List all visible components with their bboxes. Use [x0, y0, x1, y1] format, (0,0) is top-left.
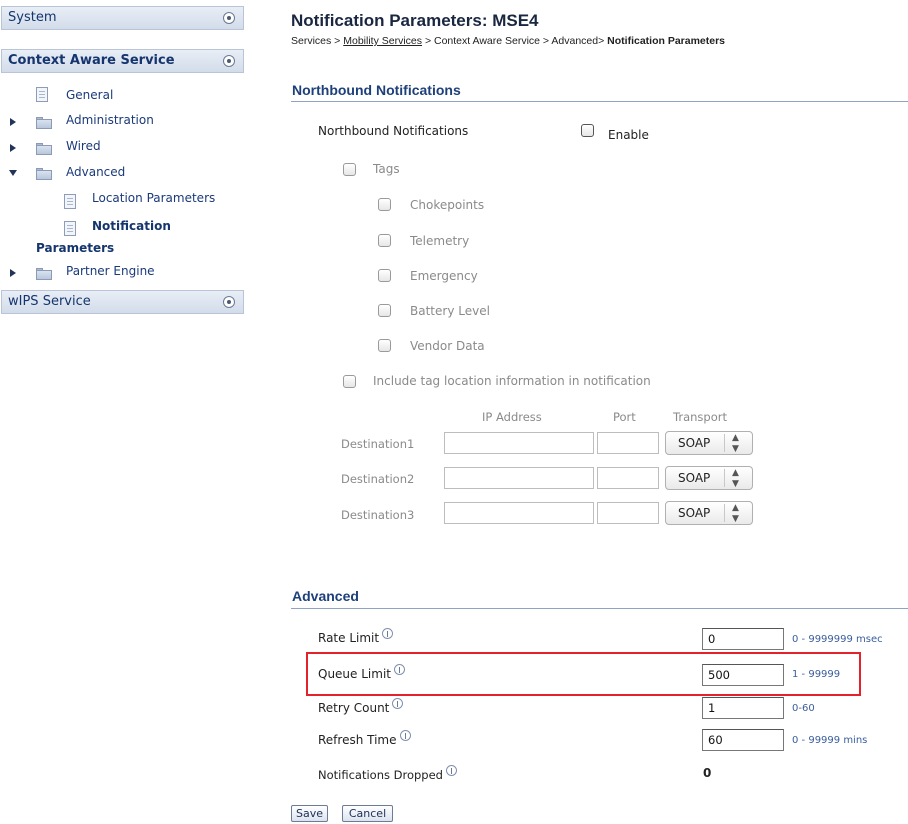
enable-label: Enable	[608, 128, 649, 142]
expand-circle-icon[interactable]	[223, 12, 235, 24]
section-divider	[291, 608, 908, 609]
info-icon[interactable]	[382, 628, 394, 639]
breadcrumb-services: Services >	[291, 35, 341, 47]
breadcrumb-mobility-link[interactable]: Mobility Services	[343, 35, 422, 47]
sidebar-item-notification-parameters-cont[interactable]: Parameters	[36, 240, 114, 256]
transport-value: SOAP	[678, 506, 711, 520]
sidebar-header-label: wIPS Service	[8, 294, 91, 309]
info-icon[interactable]	[392, 698, 404, 709]
destination-ip-input[interactable]	[444, 467, 594, 489]
tags-label: Tags	[373, 162, 400, 176]
emergency-checkbox[interactable]	[378, 269, 391, 282]
enable-checkbox[interactable]	[581, 124, 594, 137]
destination-label: Destination3	[341, 508, 415, 522]
sidebar-header-context-aware[interactable]: Context Aware Service	[1, 49, 244, 73]
destination-ip-input[interactable]	[444, 502, 594, 524]
chokepoints-label: Chokepoints	[410, 198, 485, 212]
rate-limit-label: Rate Limit	[318, 628, 394, 645]
folder-icon	[36, 117, 52, 129]
refresh-time-label: Refresh Time	[318, 730, 411, 747]
destination-label: Destination1	[341, 437, 415, 451]
expand-arrow-icon[interactable]	[10, 269, 16, 277]
destination-label: Destination2	[341, 472, 415, 486]
folder-open-icon	[36, 168, 52, 180]
retry-count-label: Retry Count	[318, 698, 404, 715]
folder-icon	[36, 143, 52, 155]
sidebar-item-partner-engine[interactable]: Partner Engine	[66, 263, 155, 279]
telemetry-checkbox[interactable]	[378, 234, 391, 247]
transport-select[interactable]: SOAP ▲ ▼	[665, 431, 753, 455]
folder-icon	[36, 268, 52, 280]
expand-arrow-icon[interactable]	[10, 118, 16, 126]
collapse-arrow-icon[interactable]	[9, 170, 17, 176]
sidebar-item-location-parameters[interactable]: Location Parameters	[92, 190, 215, 206]
page-icon	[36, 87, 48, 102]
destination-port-input[interactable]	[597, 502, 659, 524]
column-header-port: Port	[613, 410, 636, 424]
select-arrows-icon: ▲ ▼	[732, 468, 739, 489]
include-tag-location-checkbox[interactable]	[343, 375, 356, 388]
rate-limit-input[interactable]: 0	[702, 628, 784, 650]
battery-level-checkbox[interactable]	[378, 304, 391, 317]
sidebar-header-system[interactable]: System	[1, 6, 244, 30]
info-icon[interactable]	[399, 730, 411, 741]
rate-limit-range: 0 - 9999999 msec	[792, 634, 883, 645]
section-title-advanced: Advanced	[292, 588, 359, 604]
select-arrows-icon: ▲ ▼	[732, 503, 739, 524]
info-icon[interactable]	[445, 765, 457, 776]
expand-circle-icon[interactable]	[223, 55, 235, 67]
highlight-box	[306, 652, 861, 696]
destination-ip-input[interactable]	[444, 432, 594, 454]
transport-select[interactable]: SOAP ▲ ▼	[665, 466, 753, 490]
tags-checkbox[interactable]	[343, 163, 356, 176]
notifications-dropped-value: 0	[703, 766, 712, 780]
breadcrumb-current: Notification Parameters	[607, 35, 726, 47]
cancel-button[interactable]: Cancel	[342, 805, 393, 822]
transport-value: SOAP	[678, 436, 711, 450]
sidebar-item-administration[interactable]: Administration	[66, 112, 154, 128]
destination-port-input[interactable]	[597, 432, 659, 454]
sidebar-header-label: Context Aware Service	[8, 53, 175, 68]
sidebar-item-general[interactable]: General	[66, 87, 113, 103]
retry-count-input[interactable]: 1	[702, 697, 784, 719]
sidebar-header-label: System	[8, 10, 57, 25]
notifications-dropped-label: Notifications Dropped	[318, 765, 457, 782]
retry-count-range: 0-60	[792, 703, 815, 714]
page-icon	[64, 194, 76, 209]
emergency-label: Emergency	[410, 269, 478, 283]
transport-value: SOAP	[678, 471, 711, 485]
sidebar-item-wired[interactable]: Wired	[66, 138, 101, 154]
battery-level-label: Battery Level	[410, 304, 490, 318]
select-arrows-icon: ▲ ▼	[732, 433, 739, 454]
vendor-data-checkbox[interactable]	[378, 339, 391, 352]
expand-arrow-icon[interactable]	[10, 144, 16, 152]
refresh-time-range: 0 - 99999 mins	[792, 735, 868, 746]
refresh-time-input[interactable]: 60	[702, 729, 784, 751]
column-header-transport: Transport	[673, 410, 727, 424]
vendor-data-label: Vendor Data	[410, 339, 485, 353]
breadcrumb: Services > Mobility Services > Context A…	[291, 35, 725, 47]
page-title: Notification Parameters: MSE4	[291, 11, 539, 30]
breadcrumb-middle: > Context Aware Service > Advanced>	[424, 35, 605, 47]
sidebar-header-wips[interactable]: wIPS Service	[1, 290, 244, 314]
sidebar-item-advanced[interactable]: Advanced	[66, 164, 125, 180]
section-title-northbound: Northbound Notifications	[292, 82, 461, 98]
destination-port-input[interactable]	[597, 467, 659, 489]
chokepoints-checkbox[interactable]	[378, 198, 391, 211]
include-tag-location-label: Include tag location information in noti…	[373, 374, 651, 388]
page-icon	[64, 221, 76, 236]
expand-circle-icon[interactable]	[223, 296, 235, 308]
column-header-ip: IP Address	[482, 410, 542, 424]
transport-select[interactable]: SOAP ▲ ▼	[665, 501, 753, 525]
sidebar-item-notification-parameters[interactable]: Notification	[92, 218, 171, 234]
save-button[interactable]: Save	[291, 805, 328, 822]
telemetry-label: Telemetry	[410, 234, 470, 248]
northbound-label: Northbound Notifications	[318, 124, 469, 138]
section-divider	[291, 101, 908, 102]
